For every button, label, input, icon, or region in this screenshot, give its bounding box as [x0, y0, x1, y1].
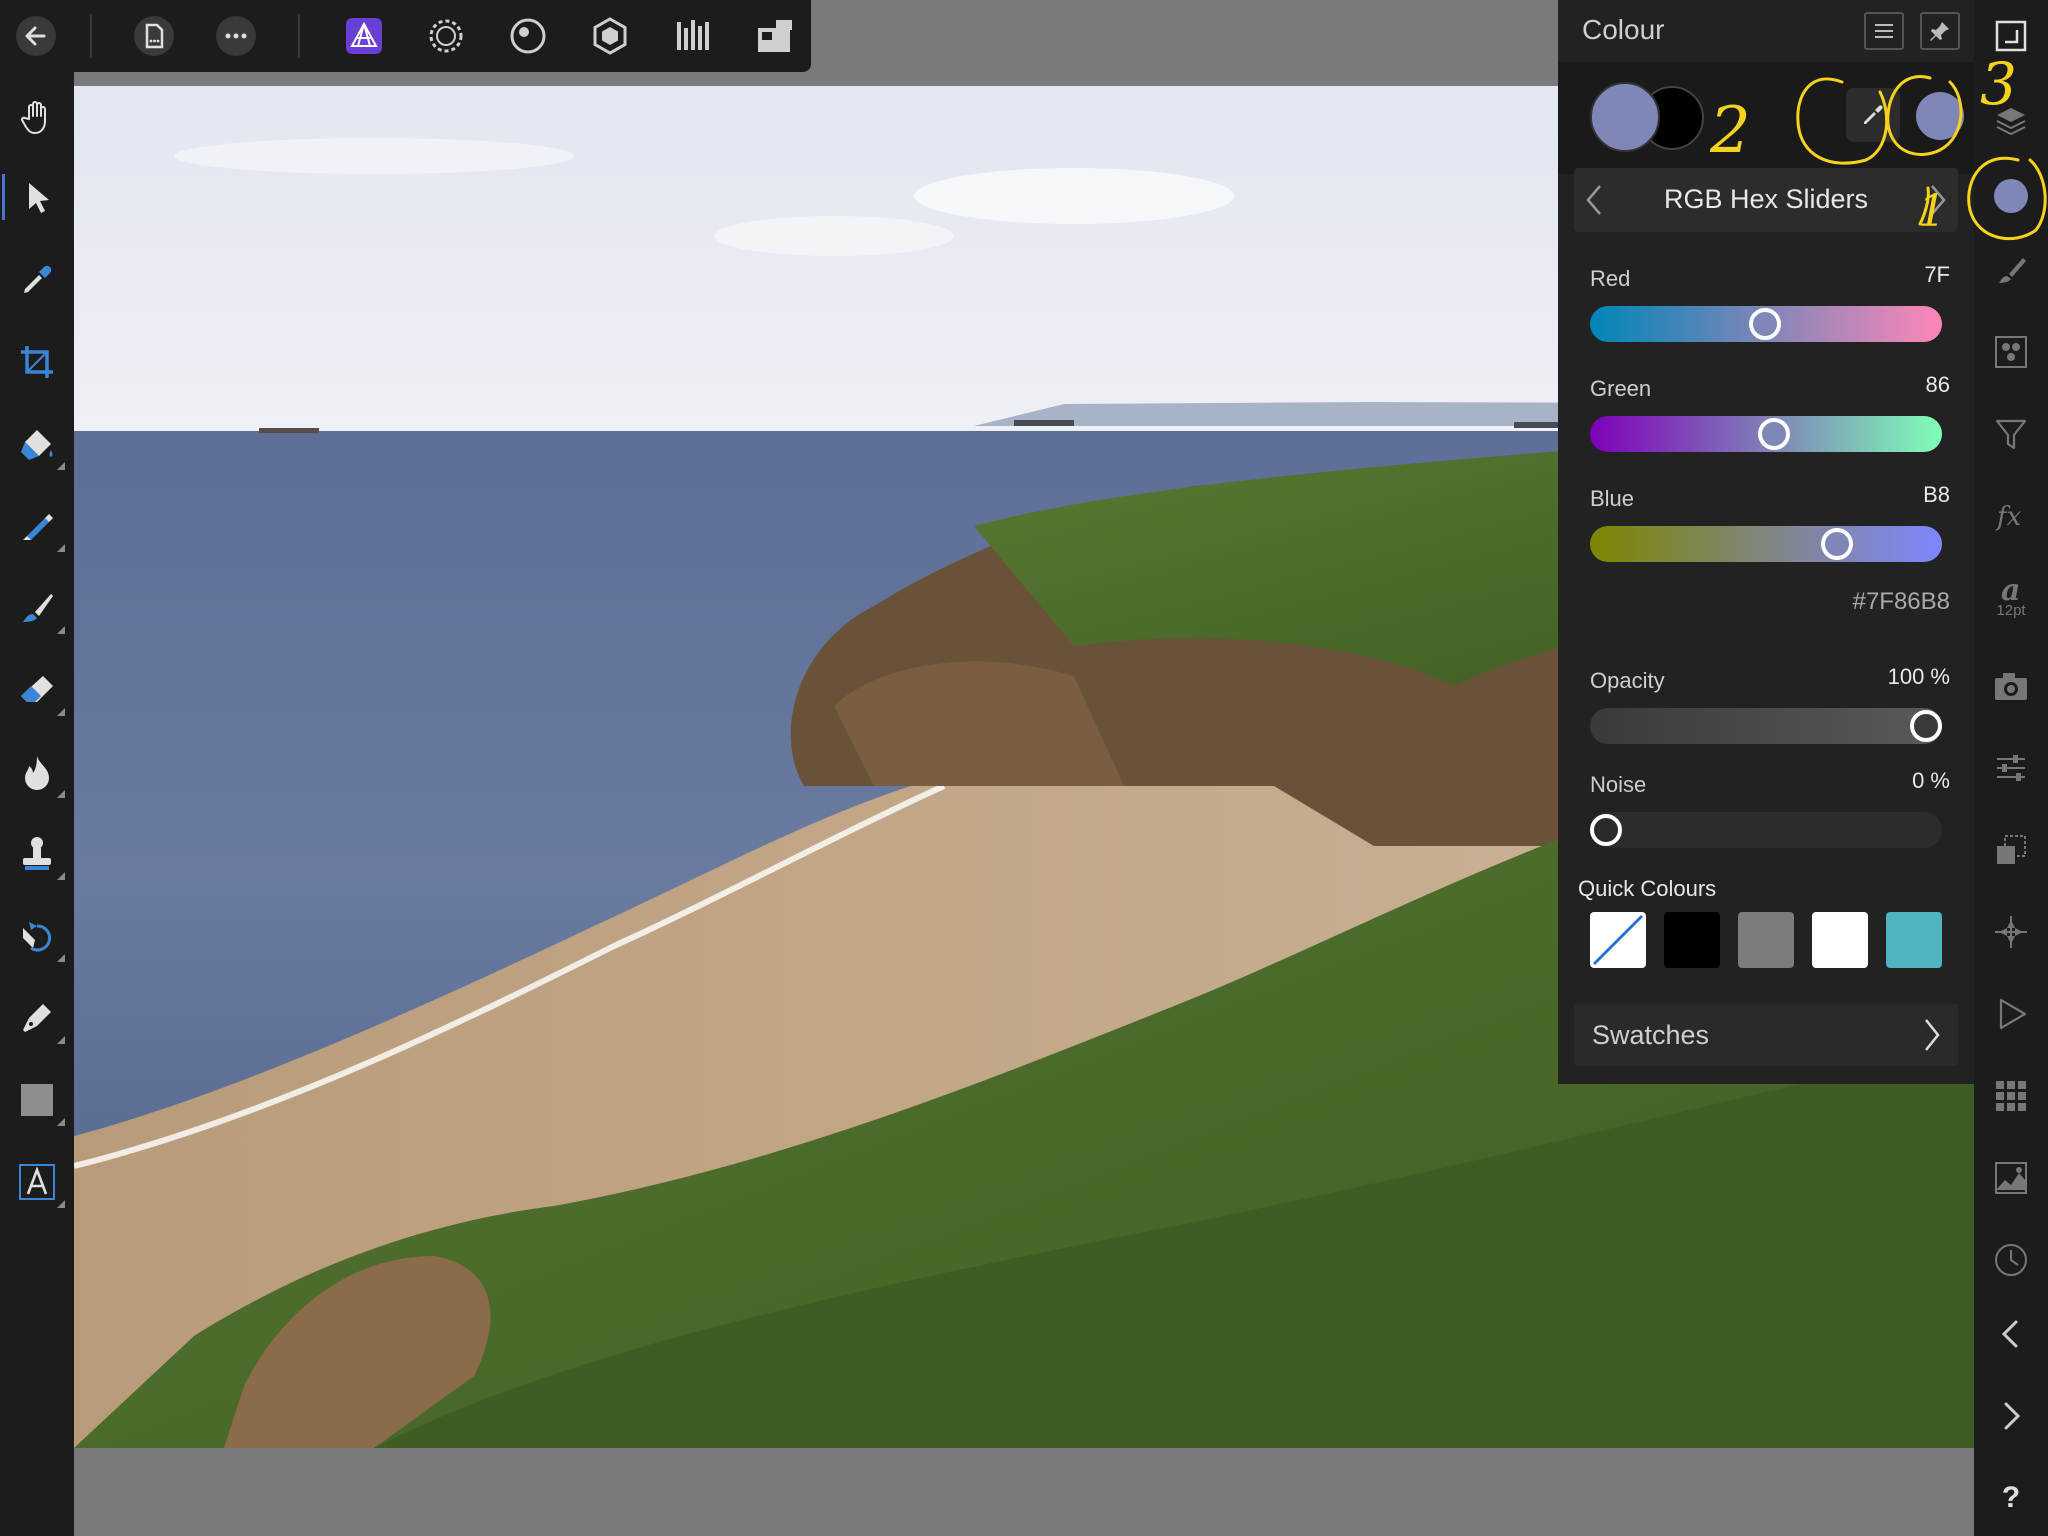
opacity-label: Opacity	[1590, 668, 1665, 693]
develop-persona-icon[interactable]	[504, 12, 552, 60]
chevron-right-icon	[1931, 185, 1946, 215]
history-icon[interactable]	[1983, 1232, 2039, 1288]
filter-icon[interactable]	[1983, 406, 2039, 462]
adjustments-icon[interactable]	[1983, 740, 2039, 796]
photo-persona-icon[interactable]	[340, 12, 388, 60]
noise-slider-knob[interactable]	[1590, 814, 1622, 846]
flood-fill-tool-icon[interactable]	[9, 416, 65, 472]
dodge-burn-tool-icon[interactable]	[9, 744, 65, 800]
tools-panel	[0, 72, 74, 1536]
toolbar-separator	[298, 14, 300, 58]
toolbar-separator	[90, 14, 92, 58]
channels-icon[interactable]	[1983, 324, 2039, 380]
swatches-button[interactable]: Swatches	[1574, 1004, 1958, 1066]
red-slider-label: Red	[1590, 266, 1631, 291]
quick-colour-teal[interactable]	[1886, 912, 1942, 968]
view-mode-icon[interactable]	[750, 12, 798, 60]
quick-colour-white[interactable]	[1812, 912, 1868, 968]
panel-title: Colour	[1582, 14, 1665, 45]
noise-label: Noise	[1590, 772, 1647, 797]
colour-picker-tool-icon[interactable]	[9, 252, 65, 308]
quick-colour-none[interactable]	[1590, 912, 1646, 968]
blue-slider-value[interactable]: B8	[1923, 482, 1950, 508]
text-style-icon[interactable]: a 12pt	[1983, 568, 2039, 624]
rectangle-shape-tool-icon[interactable]	[9, 1072, 65, 1128]
noise-slider[interactable]	[1590, 812, 1942, 848]
brushes-icon[interactable]	[1983, 244, 2039, 300]
move-tool-icon[interactable]	[9, 170, 65, 226]
blue-slider[interactable]	[1590, 526, 1942, 562]
transform-icon[interactable]	[1983, 822, 2039, 878]
export-persona-icon[interactable]	[668, 12, 716, 60]
blue-slider-label: Blue	[1590, 486, 1635, 511]
crop-tool-icon[interactable]	[9, 334, 65, 390]
menu-icon	[1875, 24, 1893, 38]
undo-icon[interactable]	[1983, 1306, 2039, 1362]
pin-icon	[1930, 22, 1949, 41]
text-tool-icon[interactable]	[9, 1154, 65, 1210]
pen-tool-icon[interactable]	[9, 990, 65, 1046]
green-slider-label: Green	[1590, 376, 1652, 401]
noise-value[interactable]: 0 %	[1912, 768, 1950, 794]
colour-swatch-strip	[1558, 62, 1974, 174]
grid-icon[interactable]	[1983, 1068, 2039, 1124]
primary-colour-well[interactable]	[1590, 82, 1660, 152]
top-toolbar	[0, 0, 811, 72]
camera-icon[interactable]	[1983, 658, 2039, 714]
green-slider-value[interactable]: 86	[1926, 372, 1950, 398]
studio-bar: fx a 12pt ?	[1974, 0, 2048, 1536]
eyedropper-button[interactable]	[1846, 88, 1900, 142]
layers-icon[interactable]	[1983, 92, 2039, 148]
pin-panel-button[interactable]	[1920, 12, 1960, 50]
panel-menu-button[interactable]	[1864, 12, 1904, 50]
svg-text:a: a	[2001, 574, 2020, 604]
view-tool-hand-icon[interactable]	[9, 89, 65, 145]
active-tool-indicator	[2, 174, 5, 220]
chevron-right-icon	[1925, 1019, 1940, 1051]
colour-studio-icon[interactable]	[1983, 168, 2039, 224]
colour-mode-label: RGB Hex Sliders	[1663, 184, 1869, 214]
macro-play-icon[interactable]	[1983, 986, 2039, 1042]
red-slider-value[interactable]: 7F	[1924, 262, 1950, 288]
clone-stamp-tool-icon[interactable]	[9, 826, 65, 882]
help-icon[interactable]: ?	[1983, 1470, 2039, 1526]
navigator-icon[interactable]	[1983, 904, 2039, 960]
opacity-value[interactable]: 100 %	[1888, 664, 1950, 690]
quick-colour-black[interactable]	[1664, 912, 1720, 968]
no-colour-icon	[1592, 914, 1644, 966]
hex-value[interactable]: #7F86B8	[1853, 588, 1950, 616]
erase-brush-tool-icon[interactable]	[9, 662, 65, 718]
text-style-size: 12pt	[1996, 601, 2026, 619]
redo-icon[interactable]	[1983, 1388, 2039, 1444]
back-arrow-icon[interactable]	[12, 12, 60, 60]
paint-brush-tool-icon[interactable]	[9, 580, 65, 636]
opacity-slider-knob[interactable]	[1910, 710, 1942, 742]
quick-colour-grey[interactable]	[1738, 912, 1794, 968]
liquify-persona-icon[interactable]	[422, 12, 470, 60]
red-slider-knob[interactable]	[1749, 308, 1782, 340]
histogram-icon[interactable]	[1983, 1150, 2039, 1206]
colour-mode-selector[interactable]: RGB Hex Sliders	[1574, 168, 1958, 232]
tone-mapping-persona-icon[interactable]	[586, 12, 634, 60]
more-icon[interactable]	[212, 12, 260, 60]
colour-panel: Colour RGB Hex Sliders Red 7F Green 86 B…	[1558, 0, 1974, 1084]
green-slider[interactable]	[1590, 416, 1942, 452]
opacity-slider[interactable]	[1590, 708, 1942, 744]
green-slider-knob[interactable]	[1758, 418, 1790, 450]
fx-icon[interactable]: fx	[1983, 488, 2039, 544]
red-eye-tool-icon[interactable]	[9, 908, 65, 964]
document-icon[interactable]	[130, 12, 178, 60]
selection-brush-tool-icon[interactable]	[9, 498, 65, 554]
quick-colours-label: Quick Colours	[1578, 876, 1717, 901]
fullscreen-icon[interactable]	[1983, 8, 2039, 64]
help-glyph: ?	[2001, 1481, 2021, 1514]
swatches-label: Swatches	[1592, 1020, 1710, 1050]
svg-text:fx: fx	[1995, 502, 2022, 532]
blue-slider-knob[interactable]	[1821, 528, 1854, 560]
picked-colour-well[interactable]	[1916, 92, 1964, 140]
eyedropper-icon	[1864, 105, 1883, 124]
red-slider[interactable]	[1590, 306, 1942, 342]
